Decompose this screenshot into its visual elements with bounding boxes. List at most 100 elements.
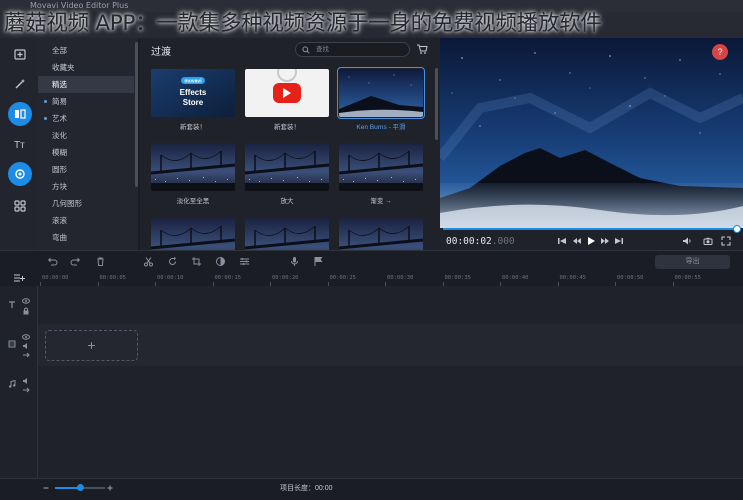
rotate-icon[interactable] <box>167 256 178 267</box>
more-tools-icon[interactable] <box>8 194 32 218</box>
play-icon[interactable] <box>586 236 596 246</box>
transitions-icon[interactable] <box>8 102 32 126</box>
search-box[interactable] <box>295 42 410 57</box>
export-button[interactable]: 导出 <box>655 255 730 269</box>
skip-end-icon[interactable] <box>614 236 624 246</box>
audio-track-area[interactable] <box>38 366 743 478</box>
redo-icon[interactable] <box>70 256 81 267</box>
category-item[interactable]: 淡化 <box>38 127 134 144</box>
magic-wand-icon[interactable] <box>8 72 32 96</box>
youtube-thumbnail <box>245 69 329 117</box>
ruler-tick <box>615 282 616 286</box>
help-button[interactable]: ? <box>712 44 728 60</box>
svg-text:Store: Store <box>183 98 204 107</box>
ruler-tick <box>327 282 329 286</box>
lock-icon[interactable] <box>22 307 30 315</box>
panel-scrollbar[interactable] <box>435 68 438 140</box>
transition-tile[interactable] <box>339 143 423 191</box>
title-track-area[interactable] <box>38 286 743 324</box>
zoom-in-icon[interactable] <box>106 484 114 492</box>
category-label: 弯曲 <box>52 233 67 242</box>
filters-icon[interactable] <box>8 162 32 186</box>
ruler-tick-label: 00:00:55 <box>674 275 702 281</box>
skip-start-icon[interactable] <box>557 236 567 246</box>
import-icon[interactable] <box>8 42 32 66</box>
transition-label: 渐变 → <box>370 198 392 205</box>
eye-icon[interactable] <box>22 333 30 341</box>
ruler-tick <box>672 282 674 286</box>
title-track <box>0 286 743 324</box>
search-input[interactable] <box>316 44 406 55</box>
marker-flag-icon[interactable] <box>313 256 324 267</box>
category-label: 精选 <box>52 80 67 89</box>
category-scrollbar[interactable] <box>135 42 138 187</box>
category-item[interactable]: 方块 <box>38 178 134 195</box>
category-item[interactable]: 弯曲 <box>38 229 134 246</box>
category-list: 全部收藏夹精选简易艺术淡化 模糊 圆形方块几何图形 滚滚弯曲 <box>38 38 138 250</box>
search-icon <box>302 46 310 54</box>
volume-icon[interactable] <box>682 236 692 246</box>
category-item[interactable]: 圆形 <box>38 161 134 178</box>
transition-label: 淡化至全黑 <box>176 198 210 205</box>
category-item[interactable]: 艺术 <box>38 110 134 127</box>
fullscreen-icon[interactable] <box>721 236 731 246</box>
category-item[interactable]: 简易 <box>38 93 134 110</box>
snapshot-icon[interactable] <box>703 236 713 246</box>
crop-icon[interactable] <box>191 256 202 267</box>
color-adjust-icon[interactable] <box>215 256 226 267</box>
category-label: 全部 <box>52 46 67 55</box>
speaker-icon[interactable] <box>22 377 30 385</box>
delete-icon[interactable] <box>95 256 106 267</box>
editor-toolbar <box>0 250 743 272</box>
music-note-icon <box>9 380 16 388</box>
seek-handle[interactable] <box>733 225 741 233</box>
panel-title: 过渡 <box>151 47 171 58</box>
category-item[interactable]: 滚滚 <box>38 212 134 229</box>
seek-bar[interactable] <box>443 228 738 230</box>
ruler-tick <box>442 282 444 286</box>
add-media-button[interactable]: + <box>45 330 138 361</box>
audio-record-icon[interactable] <box>289 256 300 267</box>
audio-track <box>0 366 743 478</box>
cut-icon[interactable] <box>143 256 154 267</box>
titles-icon[interactable]: Tт <box>8 132 32 156</box>
eye-icon[interactable] <box>22 297 30 305</box>
category-item[interactable]: 全部 <box>38 42 134 59</box>
ruler-tick-label: 00:00:25 <box>329 275 357 281</box>
step-back-icon[interactable] <box>572 236 582 246</box>
step-forward-icon[interactable] <box>600 236 610 246</box>
add-track-icon[interactable] <box>13 273 25 283</box>
zoom-out-icon[interactable] <box>42 484 50 492</box>
speaker-icon[interactable] <box>22 342 30 350</box>
ruler-tick <box>557 282 559 286</box>
ruler-tick <box>97 282 99 286</box>
clip-properties-icon[interactable] <box>239 256 250 267</box>
category-label: 收藏夹 <box>52 63 75 72</box>
link-icon[interactable] <box>22 386 30 394</box>
ruler-tick <box>385 282 386 286</box>
category-item[interactable]: 几何图形 <box>38 195 134 212</box>
category-label: 艺术 <box>52 114 67 123</box>
category-item[interactable]: 精选 <box>38 76 134 93</box>
video-preview[interactable] <box>440 38 743 228</box>
ruler-tick <box>270 282 271 286</box>
ruler-tick <box>500 282 501 286</box>
undo-icon[interactable] <box>47 256 58 267</box>
movavi-effects-store-thumbnail: movavi EffectsStore <box>151 69 235 117</box>
new-dot-icon <box>44 100 47 103</box>
ruler-tick <box>40 282 41 286</box>
timecode-ms: .000 <box>491 236 515 247</box>
transition-tile[interactable] <box>245 143 329 191</box>
transition-tile[interactable] <box>245 69 329 117</box>
link-icon[interactable] <box>22 351 30 359</box>
video-track-area[interactable] <box>38 324 743 366</box>
category-item[interactable]: 收藏夹 <box>38 59 134 76</box>
timecode-main: 00:00:02 <box>446 236 492 247</box>
zoom-slider-handle[interactable] <box>77 484 84 491</box>
category-label: 方块 <box>52 182 67 191</box>
transition-tile[interactable] <box>337 67 425 119</box>
transition-tile[interactable]: movavi Effects Store <box>151 69 235 117</box>
transition-tile[interactable] <box>151 143 235 191</box>
cart-icon[interactable] <box>416 43 428 55</box>
category-item[interactable]: 模糊 <box>38 144 134 161</box>
